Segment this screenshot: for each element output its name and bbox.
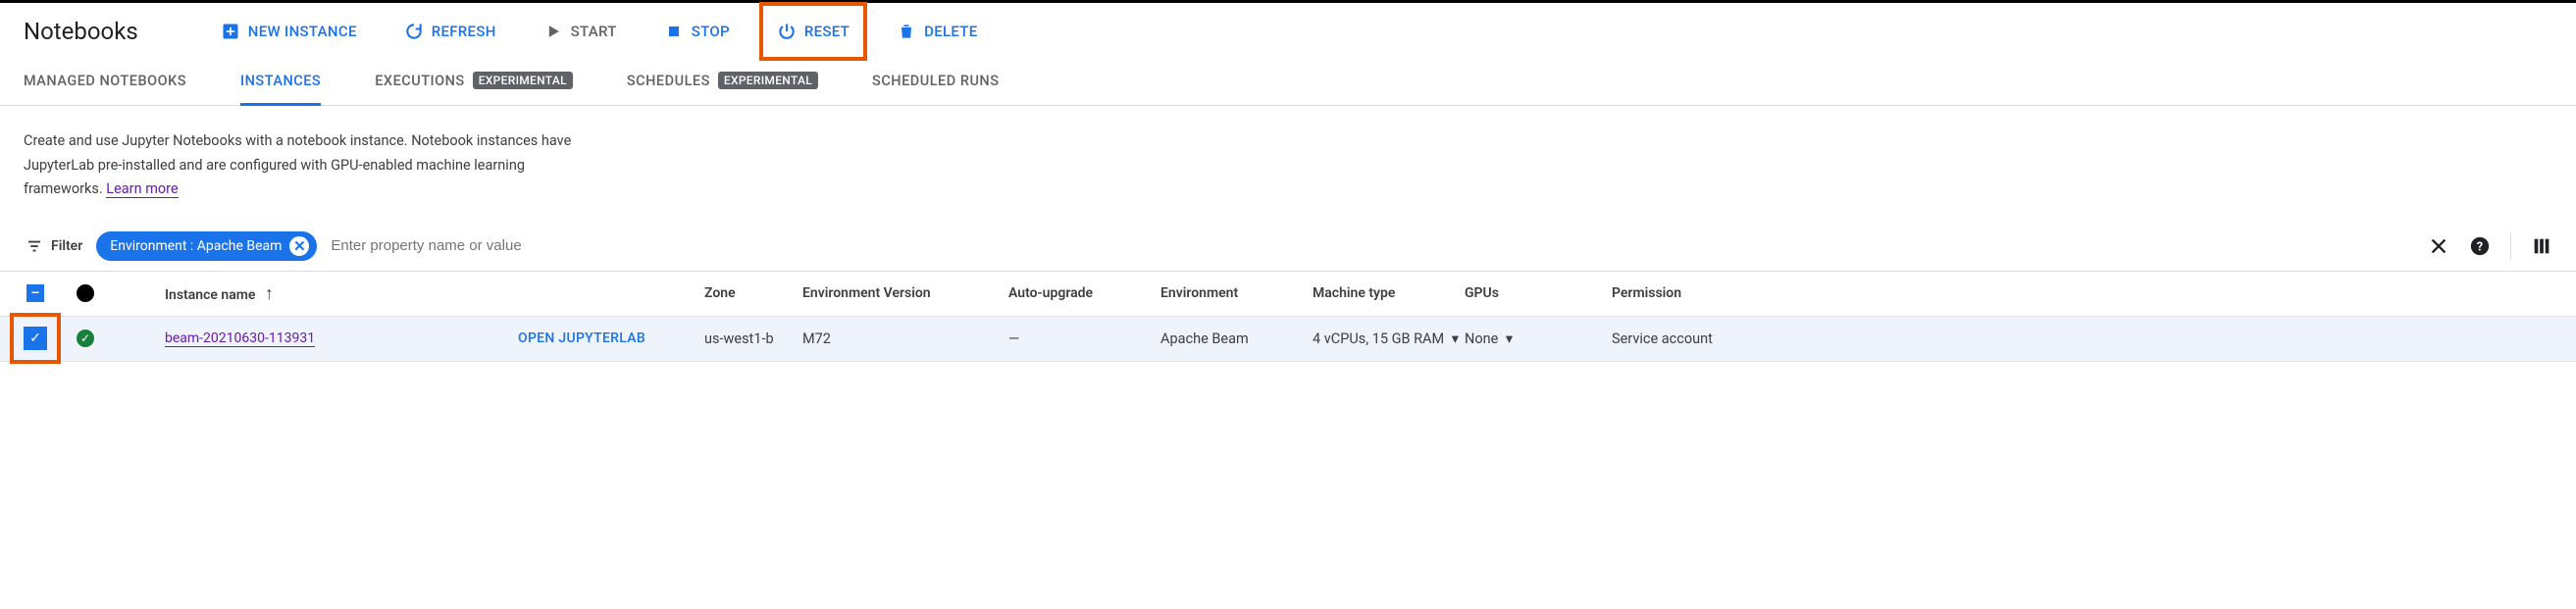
tab-schedules[interactable]: SCHEDULES EXPERIMENTAL bbox=[627, 59, 818, 106]
cell-permission: Service account bbox=[1612, 330, 1759, 347]
filter-chip-environment[interactable]: Environment : Apache Beam ✕ bbox=[96, 231, 317, 261]
chip-clear-icon[interactable]: ✕ bbox=[289, 236, 309, 256]
col-environment[interactable]: Environment bbox=[1160, 285, 1313, 301]
column-settings-icon[interactable] bbox=[2531, 235, 2552, 257]
new-instance-button[interactable]: NEW INSTANCE bbox=[217, 16, 361, 47]
cell-gpus[interactable]: None ▾ bbox=[1465, 330, 1612, 347]
filter-label: Filter bbox=[24, 235, 82, 257]
cell-auto-upgrade: — bbox=[1008, 330, 1160, 347]
filter-input[interactable] bbox=[331, 237, 2414, 254]
col-env-version[interactable]: Environment Version bbox=[802, 285, 1008, 301]
experimental-badge: EXPERIMENTAL bbox=[473, 72, 573, 89]
clear-filter-icon[interactable] bbox=[2428, 235, 2449, 257]
status-running-icon: ✓ bbox=[77, 330, 94, 347]
refresh-icon bbox=[404, 22, 424, 41]
tab-scheduled-runs[interactable]: SCHEDULED RUNS bbox=[872, 59, 999, 106]
toolbar: Notebooks NEW INSTANCE REFRESH START STO… bbox=[0, 0, 2576, 59]
status-header-icon bbox=[77, 284, 94, 302]
cell-zone: us-west1-b bbox=[704, 330, 802, 347]
tab-instances[interactable]: INSTANCES bbox=[240, 59, 321, 106]
refresh-button[interactable]: REFRESH bbox=[400, 16, 500, 47]
delete-button[interactable]: DELETE bbox=[893, 16, 981, 47]
instances-table: – Instance name ↑ Zone Environment Versi… bbox=[0, 271, 2576, 362]
play-icon bbox=[543, 22, 563, 41]
col-zone[interactable]: Zone bbox=[704, 285, 802, 301]
reset-button[interactable]: RESET bbox=[773, 16, 853, 47]
filter-icon bbox=[24, 235, 45, 257]
row-checkbox[interactable]: ✓ bbox=[24, 327, 47, 350]
col-instance-name[interactable]: Instance name bbox=[165, 287, 255, 303]
sort-asc-icon[interactable]: ↑ bbox=[265, 283, 274, 304]
intro-text: Create and use Jupyter Notebooks with a … bbox=[0, 106, 628, 222]
table-row[interactable]: ✓ ✓ beam-20210630-113931 OPEN JUPYTERLAB… bbox=[0, 317, 2576, 362]
page-title: Notebooks bbox=[24, 18, 138, 45]
experimental-badge: EXPERIMENTAL bbox=[718, 72, 818, 89]
table-header-row: – Instance name ↑ Zone Environment Versi… bbox=[0, 272, 2576, 317]
col-machine-type[interactable]: Machine type bbox=[1313, 285, 1465, 301]
filter-bar: Filter Environment : Apache Beam ✕ ? bbox=[0, 222, 2576, 271]
select-all-checkbox[interactable]: – bbox=[26, 284, 44, 302]
instance-name-link[interactable]: beam-20210630-113931 bbox=[165, 330, 315, 347]
col-auto-upgrade[interactable]: Auto-upgrade bbox=[1008, 285, 1160, 301]
plus-box-icon bbox=[221, 22, 240, 41]
learn-more-link[interactable]: Learn more bbox=[106, 180, 178, 198]
tab-executions[interactable]: EXECUTIONS EXPERIMENTAL bbox=[375, 59, 573, 106]
separator bbox=[2510, 232, 2511, 260]
dropdown-icon[interactable]: ▾ bbox=[1452, 330, 1459, 347]
cell-machine-type[interactable]: 4 vCPUs, 15 GB RAM ▾ bbox=[1313, 330, 1465, 347]
power-icon bbox=[777, 22, 797, 41]
start-button[interactable]: START bbox=[540, 16, 621, 47]
col-permission[interactable]: Permission bbox=[1612, 285, 1759, 301]
col-gpus[interactable]: GPUs bbox=[1465, 285, 1612, 301]
tab-bar: MANAGED NOTEBOOKS INSTANCES EXECUTIONS E… bbox=[0, 59, 2576, 106]
svg-text:?: ? bbox=[2477, 240, 2483, 255]
trash-icon bbox=[897, 22, 916, 41]
open-jupyterlab-link[interactable]: OPEN JUPYTERLAB bbox=[518, 330, 645, 346]
help-icon[interactable]: ? bbox=[2469, 235, 2491, 257]
cell-environment: Apache Beam bbox=[1160, 330, 1313, 347]
tab-managed-notebooks[interactable]: MANAGED NOTEBOOKS bbox=[24, 59, 186, 106]
stop-button[interactable]: STOP bbox=[660, 16, 734, 47]
cell-env-version: M72 bbox=[802, 330, 1008, 347]
stop-icon bbox=[664, 22, 684, 41]
dropdown-icon[interactable]: ▾ bbox=[1506, 330, 1513, 347]
